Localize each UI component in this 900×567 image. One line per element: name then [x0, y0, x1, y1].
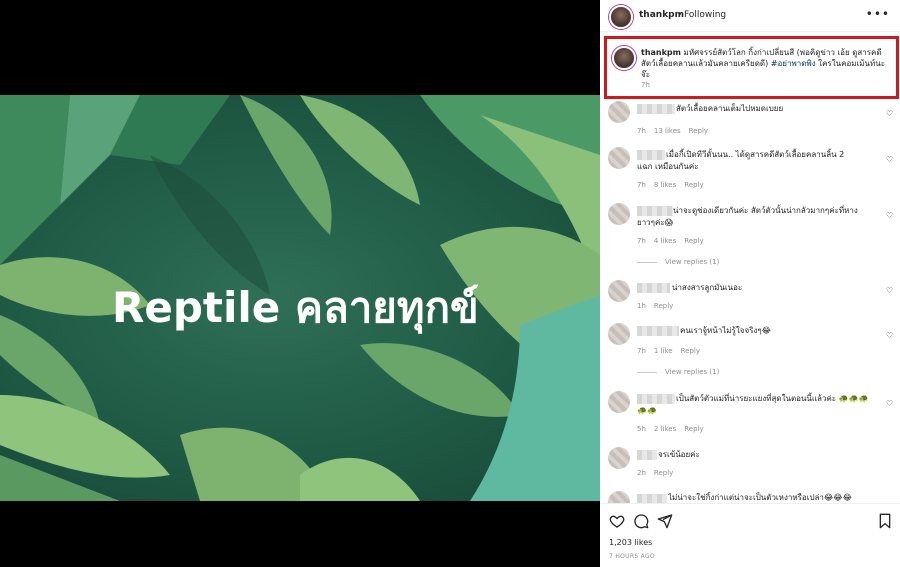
- reply-button[interactable]: Reply: [684, 425, 703, 433]
- header-separator: •: [677, 10, 683, 20]
- instagram-post-view: Reptile คลายทุกข์ thankpm • Following ••…: [0, 0, 900, 567]
- view-replies-label[interactable]: View replies (1): [665, 258, 719, 266]
- post-side-panel: thankpm • Following ••• thankpm มหัศจรรย…: [600, 0, 900, 567]
- like-comment-icon[interactable]: ♡: [886, 399, 893, 408]
- comment-meta: 7h 1 like Reply: [637, 347, 708, 355]
- comment-text: สัตว์เลื้อยคลานเต็มไปหมดเบยย: [676, 104, 784, 113]
- post-actions-bar: 1,203 likes 7 HOURS AGO: [600, 503, 900, 567]
- comment-icon[interactable]: [633, 513, 649, 529]
- comment-time: 2h: [637, 469, 646, 477]
- likes-count[interactable]: 1,203 likes: [609, 538, 652, 547]
- comment-likes[interactable]: 13 likes: [654, 127, 681, 135]
- comment-meta: 5h 2 likes Reply: [637, 425, 712, 433]
- like-comment-icon[interactable]: ♡: [886, 155, 893, 164]
- post-media[interactable]: Reptile คลายทุกข์: [0, 0, 600, 567]
- reply-button[interactable]: Reply: [689, 127, 708, 135]
- comment-text: คนเราจู้หน้าไม่รู้ใจจริงๆ😂: [680, 326, 771, 335]
- reply-button[interactable]: Reply: [654, 469, 673, 477]
- comment-meta: 7h 4 likes Reply: [637, 237, 712, 245]
- view-replies-button[interactable]: View replies (1): [637, 258, 719, 266]
- comment-likes[interactable]: 8 likes: [654, 181, 676, 189]
- reply-button[interactable]: Reply: [654, 302, 673, 310]
- caption-highlight: thankpm มหัศจรรย์สัตว์โลก กิ้งก่าเปลี่ยน…: [604, 36, 899, 99]
- comment-meta: 7h 8 likes Reply: [637, 181, 712, 189]
- commenter-avatar[interactable]: [608, 391, 630, 413]
- comment-time: 1h: [637, 302, 646, 310]
- comment-time: 7h: [637, 181, 646, 189]
- caption-text: thankpm มหัศจรรย์สัตว์โลก กิ้งก่าเปลี่ยน…: [641, 47, 893, 80]
- author-avatar[interactable]: [609, 5, 633, 29]
- commenter-avatar[interactable]: [608, 447, 630, 469]
- commenter-avatar[interactable]: [608, 323, 630, 345]
- view-replies-button[interactable]: View replies (1): [637, 368, 719, 376]
- more-options-icon[interactable]: •••: [866, 7, 890, 21]
- reply-button[interactable]: Reply: [684, 181, 703, 189]
- comment-text: เป็นสัตว์ตัวแม่ที่น่ารยะแยงที่สุดในตอนนี…: [637, 394, 869, 415]
- reply-button[interactable]: Reply: [681, 347, 700, 355]
- caption-time: 7h: [641, 81, 650, 89]
- commenter-avatar[interactable]: [608, 491, 630, 503]
- comment-text: ไม่น่าจะใช่กิ้งก่าแต่น่าจะเป็นตัวเหงาหรื…: [668, 493, 852, 502]
- commenter-avatar[interactable]: [608, 101, 630, 123]
- caption-avatar[interactable]: [612, 46, 636, 70]
- like-comment-icon[interactable]: ♡: [886, 286, 893, 295]
- comment-meta: 1h Reply: [637, 302, 681, 310]
- comment-meta: 7h 13 likes Reply: [637, 127, 716, 135]
- comment-text: เมื่อกี้เปิดทีวีดั้นนน.. ได้ดูสารคดีสัตว…: [637, 150, 845, 171]
- image-title-text: Reptile คลายทุกข์: [112, 283, 479, 332]
- comment-text: น่าสงสารลูกมันเนอะ: [672, 283, 743, 292]
- comment-list[interactable]: สัตว์เลื้อยคลานเต็มไปหมดเบยย 7h 13 likes R…: [600, 99, 900, 503]
- reply-button[interactable]: Reply: [684, 237, 703, 245]
- comment-time: 5h: [637, 425, 646, 433]
- share-icon[interactable]: [657, 513, 673, 529]
- following-button[interactable]: Following: [684, 10, 726, 20]
- comment-text: น่าจะดูช่องเดียวกันค่ะ สัตว์ตัวนั้นน่ากล…: [637, 206, 858, 227]
- commenter-username-blurred[interactable]: [637, 450, 657, 460]
- caption-hashtag[interactable]: #อย่าพาดพิง: [771, 59, 816, 68]
- comment-time: 7h: [637, 347, 646, 355]
- like-comment-icon[interactable]: ♡: [886, 331, 893, 340]
- post-header: thankpm • Following •••: [600, 0, 900, 32]
- post-timestamp: 7 HOURS AGO: [609, 553, 655, 560]
- comment-text: จรเข้น้อยค่ะ: [658, 450, 700, 459]
- commenter-avatar[interactable]: [608, 280, 630, 302]
- commenter-avatar[interactable]: [608, 203, 630, 225]
- like-comment-icon[interactable]: ♡: [886, 109, 893, 118]
- comment-time: 7h: [637, 127, 646, 135]
- like-comment-icon[interactable]: ♡: [886, 211, 893, 220]
- post-image: Reptile คลายทุกข์: [0, 95, 600, 501]
- comment-likes[interactable]: 4 likes: [654, 237, 676, 245]
- commenter-avatar[interactable]: [608, 147, 630, 169]
- caption-username[interactable]: thankpm: [641, 48, 681, 57]
- commenter-username-blurred[interactable]: [637, 104, 675, 114]
- comment-meta: 2h Reply: [637, 469, 681, 477]
- view-replies-label[interactable]: View replies (1): [665, 368, 719, 376]
- commenter-username-blurred[interactable]: [637, 494, 667, 503]
- comment-likes[interactable]: 2 likes: [654, 425, 676, 433]
- comment-likes[interactable]: 1 like: [654, 347, 673, 355]
- bookmark-icon[interactable]: [878, 513, 892, 529]
- commenter-username-blurred[interactable]: [637, 283, 670, 293]
- commenter-username-blurred[interactable]: [637, 326, 679, 336]
- heart-icon[interactable]: [609, 513, 625, 529]
- comment-time: 7h: [637, 237, 646, 245]
